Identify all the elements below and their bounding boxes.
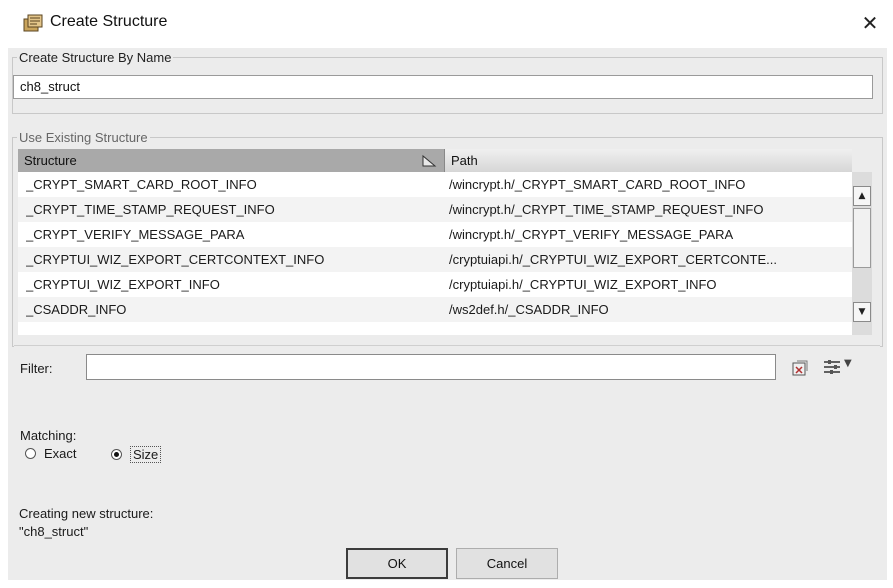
column-header-structure[interactable]: Structure <box>18 149 445 172</box>
cell-path: /wincrypt.h/_CRYPT_TIME_STAMP_REQUEST_IN… <box>449 202 764 217</box>
filter-panel: Filter: ▼ Matching: Exact Size <box>14 345 880 502</box>
table-row[interactable]: _CRYPT_VERIFY_MESSAGE_PARA /wincrypt.h/_… <box>18 222 852 247</box>
status-text: Creating new structure: <box>19 506 154 521</box>
column-header-path[interactable]: Path <box>445 149 852 172</box>
table-row[interactable]: _CSADDR_INFO /ws2def.h/_CSADDR_INFO <box>18 297 852 322</box>
radio-size-label: Size <box>130 446 162 463</box>
window-title: Create Structure <box>50 13 168 30</box>
structure-table: Structure Path _CRYPT_SMART_CARD_ROOT_IN… <box>18 149 852 335</box>
radio-exact-label: Exact <box>44 446 77 461</box>
chevron-down-icon[interactable]: ▼ <box>844 358 852 369</box>
radio-exact[interactable]: Exact <box>25 446 77 461</box>
close-button[interactable]: ✕ <box>857 10 883 36</box>
column-header-structure-label: Structure <box>24 153 77 168</box>
cancel-button[interactable]: Cancel <box>456 548 558 579</box>
scroll-thumb[interactable] <box>853 208 871 268</box>
cell-structure: _CRYPTUI_WIZ_EXPORT_CERTCONTEXT_INFO <box>26 252 325 267</box>
use-existing-legend: Use Existing Structure <box>19 130 148 145</box>
structure-icon <box>23 14 43 32</box>
title-bar: Create Structure ✕ <box>0 0 893 48</box>
cell-path: /ws2def.h/_CSADDR_INFO <box>449 302 609 317</box>
table-row[interactable]: _CRYPT_SMART_CARD_ROOT_INFO /wincrypt.h/… <box>18 172 852 197</box>
cell-path: /wincrypt.h/_CRYPT_SMART_CARD_ROOT_INFO <box>449 177 746 192</box>
cell-path: /cryptuiapi.h/_CRYPTUI_WIZ_EXPORT_CERTCO… <box>449 252 777 267</box>
table-row[interactable]: _CRYPTUI_WIZ_EXPORT_CERTCONTEXT_INFO /cr… <box>18 247 852 272</box>
sort-icon[interactable] <box>421 153 437 168</box>
radio-size[interactable]: Size <box>111 446 162 463</box>
column-header-path-label: Path <box>451 153 478 168</box>
dialog-body: Create Structure By Name ch8_struct Use … <box>8 48 887 580</box>
radio-size-dot[interactable] <box>111 449 122 460</box>
matching-label: Matching: <box>20 428 77 443</box>
status-structure-name: "ch8_struct" <box>19 524 89 539</box>
filter-input[interactable] <box>86 354 776 380</box>
clear-filter-icon[interactable] <box>792 360 808 376</box>
cell-structure: _CRYPTUI_WIZ_EXPORT_INFO <box>26 277 220 292</box>
cell-path: /wincrypt.h/_CRYPT_VERIFY_MESSAGE_PARA <box>449 227 734 242</box>
scroll-down-arrow-icon[interactable]: ▼ <box>853 302 871 322</box>
table-row[interactable]: _CRYPT_TIME_STAMP_REQUEST_INFO /wincrypt… <box>18 197 852 222</box>
create-by-name-legend: Create Structure By Name <box>19 50 172 65</box>
cell-structure: _CRYPT_SMART_CARD_ROOT_INFO <box>26 177 257 192</box>
cell-structure: _CSADDR_INFO <box>26 302 127 317</box>
cell-structure: _CRYPT_VERIFY_MESSAGE_PARA <box>26 227 245 242</box>
filter-label: Filter: <box>20 361 53 376</box>
cell-structure: _CRYPT_TIME_STAMP_REQUEST_INFO <box>26 202 275 217</box>
table-row[interactable]: _CRYPTUI_WIZ_EXPORT_INFO /cryptuiapi.h/_… <box>18 272 852 297</box>
structure-name-input[interactable]: ch8_struct <box>13 75 873 99</box>
ok-button[interactable]: OK <box>346 548 448 579</box>
radio-exact-dot[interactable] <box>25 448 36 459</box>
scroll-up-arrow-icon[interactable]: ▲ <box>853 186 871 206</box>
cell-path: /cryptuiapi.h/_CRYPTUI_WIZ_EXPORT_INFO <box>449 277 717 292</box>
table-vertical-scrollbar[interactable]: ▲ ▼ <box>852 172 872 335</box>
filter-options-icon[interactable] <box>822 358 842 376</box>
table-header: Structure Path <box>18 149 852 172</box>
